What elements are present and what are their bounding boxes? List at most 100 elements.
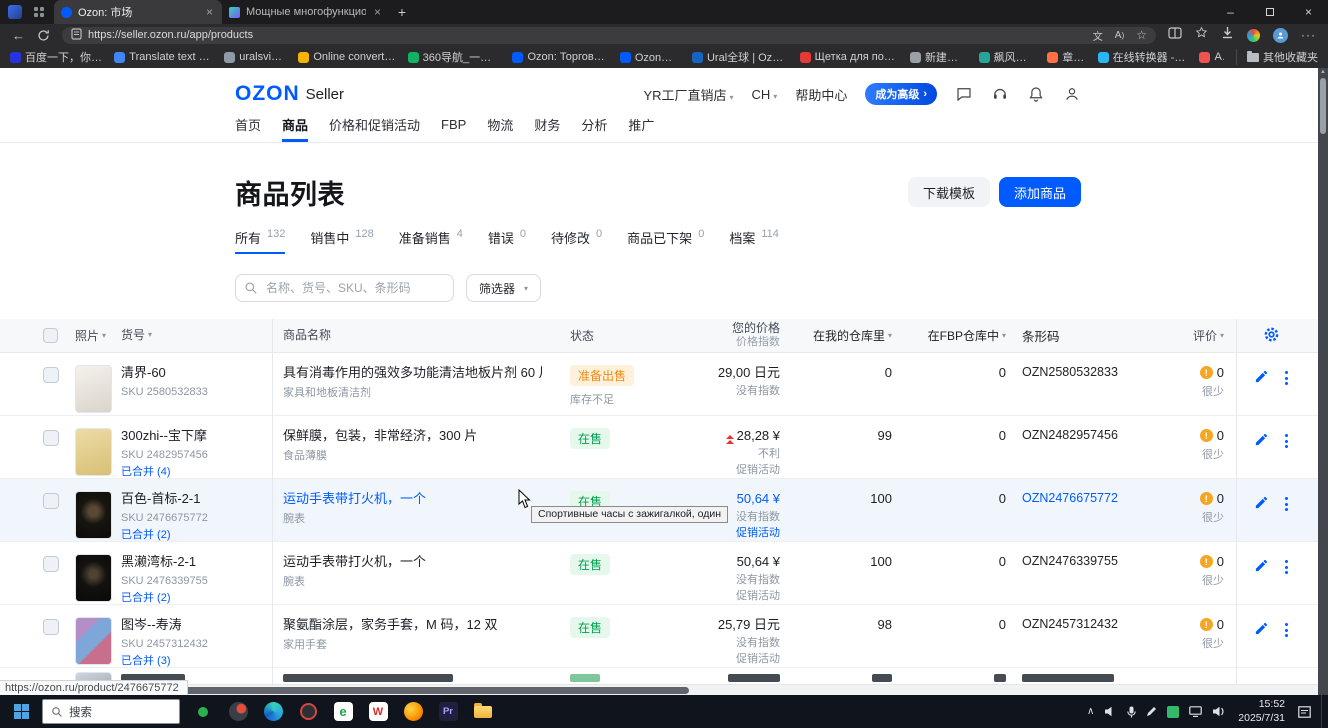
display-cast-icon[interactable] [1189,706,1202,717]
scroll-up-icon[interactable]: ▲ [1320,69,1326,75]
bookmark-item[interactable]: uralsvip.com [224,51,286,63]
help-center-link[interactable]: 帮助中心 [795,85,847,104]
speaker-icon[interactable] [1104,706,1117,717]
tray-app-icon[interactable] [1167,706,1179,718]
nav-finance[interactable]: 财务 [534,112,560,142]
filter-tab-all[interactable]: 所有132 [235,228,285,254]
split-screen-icon[interactable] [1168,26,1182,44]
col-stock[interactable]: 在我的仓库里▾ [780,327,892,344]
nav-promotion[interactable]: 推广 [628,112,654,142]
tab-actions-icon[interactable] [30,4,48,20]
headset-icon[interactable] [991,85,1009,103]
profile-avatar[interactable] [1273,28,1288,43]
app-icon-1[interactable] [188,695,218,728]
row-menu-icon[interactable] [1285,495,1288,511]
bookmark-item[interactable]: 百度一下，你就知道 [10,49,102,65]
tab-close-icon[interactable]: × [204,5,215,19]
col-fbp[interactable]: 在FBP仓库中▾ [892,327,1006,344]
minimize-button[interactable]: – [1211,0,1250,24]
promo-link[interactable]: 促销活动 [692,589,780,603]
read-aloud-icon[interactable]: A) [1115,30,1124,41]
product-photo[interactable] [75,617,112,665]
promo-link[interactable]: 促销活动 [692,526,780,540]
start-button[interactable] [0,695,42,728]
nav-products[interactable]: 商品 [282,112,308,142]
app-icon-2[interactable] [223,695,253,728]
app-icon-4[interactable] [293,695,323,728]
vertical-scrollbar[interactable]: ▲ [1318,68,1328,684]
merged-link[interactable]: 已合并 (2) [121,591,272,605]
nav-home[interactable]: 首页 [235,112,261,142]
refresh-icon[interactable] [37,29,50,42]
new-tab-button[interactable]: + [390,4,414,20]
filter-tab-to-fix[interactable]: 待修改0 [551,228,602,254]
search-input[interactable] [235,274,454,302]
vertical-scrollbar-thumb[interactable] [1320,78,1326,134]
bookmark-item[interactable]: Ural全球 | Ozon Help [692,49,788,65]
row-menu-icon[interactable] [1285,558,1288,574]
edit-icon[interactable] [1254,621,1269,639]
action-center-icon[interactable] [1298,706,1311,718]
nav-logistics[interactable]: 物流 [487,112,513,142]
maximize-button[interactable] [1250,0,1289,24]
nav-prices-promos[interactable]: 价格和促销活动 [329,112,420,142]
translate-icon[interactable]: 文 [1093,28,1103,43]
horizontal-scrollbar[interactable] [0,684,1318,695]
window-logo-icon[interactable] [6,4,24,20]
bookmark-item[interactable]: 章鱼AI [1047,49,1085,65]
merged-link[interactable]: 已合并 (2) [121,528,272,542]
bookmark-item[interactable]: Translate text from i... [114,51,212,63]
row-menu-icon[interactable] [1285,621,1288,637]
back-icon[interactable]: ← [12,29,25,42]
filter-tab-archive[interactable]: 档案114 [729,228,779,254]
tray-expand-icon[interactable]: ∧ [1087,706,1094,717]
bookmark-item[interactable]: 360导航_一个主页... [408,49,501,65]
url-text[interactable]: https://seller.ozon.ru/app/products [88,29,1087,41]
bookmark-item[interactable]: Щетка для посуды,... [800,51,898,63]
bookmark-item[interactable]: Online converter - c... [298,51,395,63]
product-photo[interactable] [75,491,112,539]
bookmark-item[interactable]: Ozon: Торговая пл... [512,51,607,63]
url-field[interactable]: https://seller.ozon.ru/app/products 文 A)… [62,27,1156,44]
add-product-button[interactable]: 添加商品 [999,177,1081,207]
browser-tab-inactive[interactable]: Мощные многофункциональнь... × [222,0,390,24]
barcode-link[interactable]: OZN2476675772 [1006,491,1166,541]
downloads-icon[interactable] [1221,26,1234,44]
nav-analytics[interactable]: 分析 [581,112,607,142]
edit-icon[interactable] [1254,495,1269,513]
download-template-button[interactable]: 下载模板 [908,177,990,207]
merged-link[interactable]: 已合并 (3) [121,654,272,668]
edit-icon[interactable] [1254,369,1269,387]
microphone-icon[interactable] [1127,706,1136,718]
app-icon-6[interactable]: W [363,695,393,728]
row-checkbox[interactable] [43,367,59,383]
file-explorer-icon[interactable] [468,695,498,728]
promo-link[interactable]: 促销活动 [692,463,780,477]
tab-close-icon[interactable]: × [372,5,383,19]
browser-tab-active[interactable]: Ozon: 市场 × [54,0,222,24]
product-name[interactable]: 保鲜膜，包装，非常经济，300 片 [283,428,542,445]
filter-tab-ready[interactable]: 准备销售4 [399,228,463,254]
taskbar-clock[interactable]: 15:52 2025/7/31 [1238,698,1285,725]
bell-icon[interactable] [1027,85,1045,103]
more-menu-icon[interactable]: ··· [1301,28,1316,42]
edit-icon[interactable] [1254,432,1269,450]
extension-icon[interactable] [1247,29,1260,42]
close-button[interactable]: × [1289,0,1328,24]
chat-icon[interactable] [955,85,973,103]
taskbar-search[interactable]: 搜索 [42,699,180,724]
filters-button[interactable]: 筛选器▾ [466,274,541,302]
language-selector[interactable]: CH▾ [752,87,778,102]
product-photo[interactable] [75,365,112,413]
filter-tab-unlisted[interactable]: 商品已下架0 [627,228,704,254]
filter-tab-selling[interactable]: 销售中128 [310,228,373,254]
merged-link[interactable]: 已合并 (4) [121,465,272,479]
pen-icon[interactable] [1146,706,1157,717]
bookmark-item[interactable]: 飙风净官网 [979,49,1036,65]
favorite-star-icon[interactable]: ☆ [1136,28,1147,42]
bookmark-item[interactable]: AD [1199,51,1224,63]
firefox-app-icon[interactable] [398,695,428,728]
store-selector[interactable]: YR工厂直销店▾ [643,85,733,104]
filter-tab-errors[interactable]: 错误0 [488,228,526,254]
gear-icon[interactable] [1263,326,1280,346]
